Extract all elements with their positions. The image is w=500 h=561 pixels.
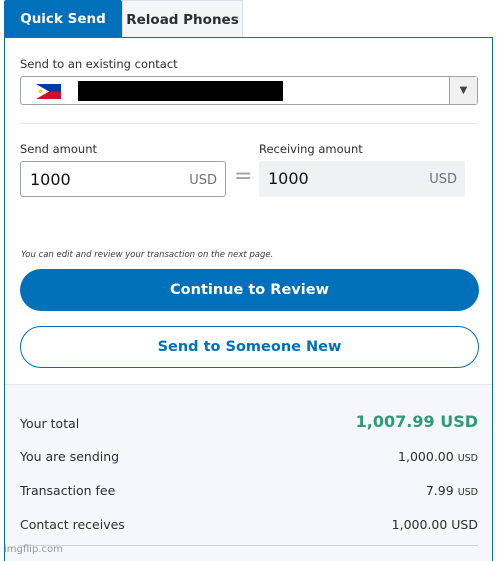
- tab-quick-send[interactable]: Quick Send: [4, 0, 122, 38]
- section-divider: [20, 123, 478, 124]
- total-row: Your total 1,007.99 USD: [20, 407, 478, 431]
- send-amount-input[interactable]: 1000 USD: [20, 161, 226, 197]
- send-amount-currency: USD: [189, 173, 217, 188]
- redacted-contact-name: [78, 81, 283, 101]
- send-to-someone-new-button[interactable]: Send to Someone New: [20, 326, 479, 368]
- total-value: 1,007.99 USD: [355, 412, 478, 431]
- continue-to-review-button[interactable]: Continue to Review: [20, 269, 479, 311]
- quick-send-panel: Send to an existing contact ▼ Send amoun…: [4, 37, 493, 561]
- receiving-amount-currency: USD: [429, 172, 457, 187]
- fee-row: Transaction fee 7.99 USD: [20, 478, 478, 498]
- fee-value: 7.99: [425, 483, 454, 498]
- sending-value: 1,000.00: [398, 449, 454, 464]
- fee-label: Transaction fee: [20, 483, 116, 498]
- sending-row: You are sending 1,000.00 USD: [20, 444, 478, 464]
- fee-currency: USD: [457, 487, 478, 498]
- contact-select[interactable]: ▼: [20, 76, 478, 105]
- tab-reload-phones[interactable]: Reload Phones: [122, 0, 243, 38]
- send-amount-label: Send amount: [20, 142, 97, 156]
- review-note: You can edit and review your transaction…: [21, 250, 274, 260]
- summary-divider: [20, 545, 478, 546]
- tab-bar: Quick Send Reload Phones: [4, 0, 243, 38]
- receiving-amount-value: 1000: [268, 169, 309, 188]
- receiving-amount-label: Receiving amount: [259, 142, 363, 156]
- receiving-amount-field: 1000 USD: [259, 161, 465, 197]
- sending-currency: USD: [457, 453, 478, 464]
- contact-label: Send to an existing contact: [20, 57, 178, 71]
- sending-label: You are sending: [20, 449, 120, 464]
- summary-panel: Your total 1,007.99 USD You are sending …: [5, 384, 492, 561]
- total-label: Your total: [20, 416, 80, 431]
- sending-amount: 1,000.00 USD: [398, 449, 478, 464]
- philippines-flag-icon: [36, 84, 61, 99]
- equals-icon: =: [234, 164, 253, 189]
- receives-value: 1,000.00 USD: [391, 517, 478, 532]
- receives-label: Contact receives: [20, 517, 125, 532]
- receives-row: Contact receives 1,000.00 USD: [20, 512, 478, 532]
- send-amount-value: 1000: [30, 170, 71, 189]
- chevron-down-icon[interactable]: ▼: [449, 77, 477, 104]
- watermark: imgflip.com: [4, 544, 63, 555]
- fee-amount: 7.99 USD: [426, 483, 478, 498]
